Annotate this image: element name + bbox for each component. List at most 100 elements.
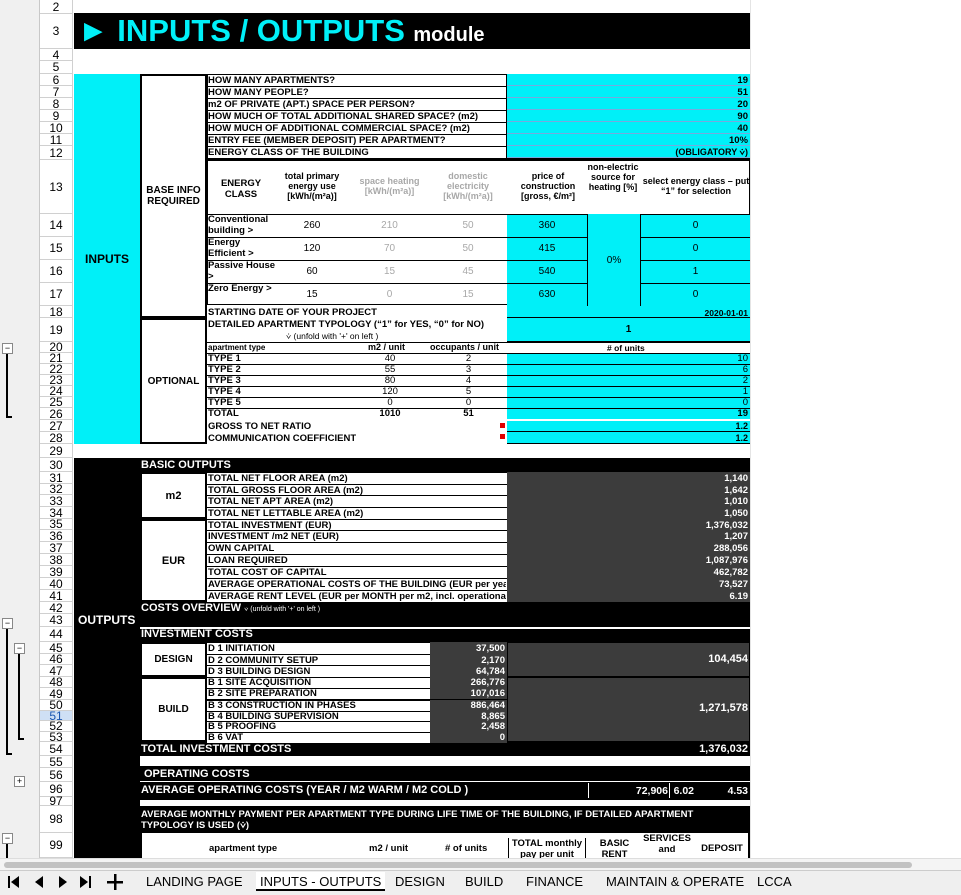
basic-output-label: INVESTMENT /m2 NET (EUR) [208,531,339,542]
sheet-tab[interactable]: DESIGN [395,874,445,889]
row-header[interactable]: 19 [40,318,73,342]
select-class-value: 0 [692,289,699,300]
basic-output-value: 1,140 [724,473,748,484]
question-label: ENTRY FEE (MEMBER DEPOSIT) PER APARTMENT… [208,135,446,146]
outline-collapse-button[interactable]: − [2,618,13,629]
question-label: HOW MUCH OF ADDITIONAL COMMERCIAL SPACE?… [208,123,470,134]
nonelectric-cell[interactable]: 0% [587,214,641,306]
scrollbar-thumb[interactable] [4,862,912,868]
page-title-sub: module [413,24,485,46]
investment-costs-title: INVESTMENT COSTS [141,628,253,640]
basic-output-label: TOTAL NET LETTABLE AREA (m2) [208,508,364,519]
basic-output-value: 462,782 [713,567,748,578]
row-header[interactable]: 3 [40,14,73,49]
add-sheet-icon[interactable] [106,873,124,891]
row-header[interactable]: 99 [40,833,73,858]
apt-occ-value: 5 [465,386,472,397]
apt-occ-value: 3 [465,364,472,375]
question-value: 51 [737,87,748,98]
apt-occ-value: 0 [465,397,472,408]
sheet-tab[interactable]: MAINTAIN & OPERATE [606,874,744,889]
typology-hint: ⩒ (unfold with '+' on left ) [286,331,379,341]
apt-m2-value: 120 [382,386,398,397]
question-label: HOW MANY PEOPLE? [208,87,309,98]
build-cost-value: 266,776 [470,677,505,688]
design-cost-label: D 3 BUILDING DESIGN [208,666,311,677]
row-header[interactable]: 30 [40,458,73,472]
row-header[interactable]: 29 [40,444,73,458]
row-header[interactable]: 13 [40,160,73,214]
build-cost-value: 0 [499,732,505,743]
row-header[interactable]: 17 [40,283,73,306]
question-value: 10% [728,135,748,146]
first-sheet-icon[interactable] [8,875,20,889]
basic-output-label: TOTAL COST OF CAPITAL [208,567,327,578]
domestic-electricity-value: 50 [462,243,474,254]
apt-type-header: apartment type [208,343,266,352]
apt-occ-value: 51 [463,408,474,419]
start-date-label: STARTING DATE OF YOUR PROJECT [208,307,377,318]
row-header[interactable]: 16 [40,260,73,283]
build-cost-value: 886,464 [470,700,505,711]
avg-operating-year: 72,906 [635,785,668,797]
energy-class-name: Passive House > [208,260,276,282]
space-heating-header: space heating [kWh/(m²a)] [359,176,420,196]
m2-group-cell: m2 [140,472,207,519]
row-header[interactable]: 18 [40,306,73,318]
outline-collapse-button[interactable]: − [2,343,13,354]
sheet-tab[interactable]: FINANCE [526,874,583,889]
row-header[interactable]: 56 [40,768,73,782]
question-label: HOW MANY APARTMENTS? [208,75,336,86]
row-header[interactable]: 97 [40,795,73,807]
outline-expand-button[interactable]: + [14,776,25,787]
sheet-tab[interactable]: LANDING PAGE [146,874,243,889]
prev-sheet-icon[interactable] [34,875,44,889]
total-investment-label: TOTAL INVESTMENT COSTS [141,743,292,755]
sheet-tab[interactable]: INPUTS - OUTPUTS [256,872,386,891]
question-label: ENERGY CLASS OF THE BUILDING [208,147,369,158]
apt-type-name: TYPE 2 [208,364,241,375]
build-cost-label: B 3 CONSTRUCTION IN PHASES [208,700,356,711]
row-header[interactable]: 2 [40,0,73,14]
sheet-tab[interactable]: LCCA [757,874,792,889]
outline-collapse-button[interactable]: − [2,833,13,844]
build-group-cell: BUILD [140,677,207,742]
avg-operating-cold: 4.53 [727,785,748,797]
energy-class-name: Conventional building > [208,214,269,236]
row-header[interactable]: 43 [40,614,73,627]
typology-value: 1 [625,324,632,335]
row-header[interactable]: 14 [40,214,73,237]
apt-occ-header: occupants / unit [430,342,500,352]
gross-ratio-value: 1.2 [735,421,748,431]
apt-m2-header: m2 / unit [368,342,406,352]
outputs-section-label: OUTPUTS [78,613,136,627]
build-cost-label: B 2 SITE PREPARATION [208,688,317,699]
typology-input[interactable]: 1 [507,318,750,342]
row-header[interactable]: 44 [40,627,73,642]
row-header[interactable]: 12 [40,146,73,160]
sheet-tab[interactable]: BUILD [465,874,503,889]
last-sheet-icon[interactable] [79,875,91,889]
horizontal-scrollbar[interactable] [0,858,961,870]
operating-divider [140,781,750,782]
price-value: 360 [538,220,556,231]
comm-coef-value: 1.2 [735,433,748,443]
row-header[interactable]: 15 [40,237,73,260]
row-header[interactable]: 53 [40,731,73,743]
design-cost-label: D 1 INITIATION [208,643,275,654]
outline-collapse-button[interactable]: − [14,643,25,654]
row-header[interactable]: 98 [40,806,73,833]
next-sheet-icon[interactable] [58,875,68,889]
base-info-label: BASE INFO REQUIRED [146,185,201,207]
basic-output-label: LOAN REQUIRED [208,555,288,566]
apt-m2-value: 80 [384,375,396,386]
row-header[interactable]: 28 [40,432,73,444]
primary-energy-value: 260 [303,220,321,231]
apt-m2-value: 55 [384,364,396,375]
costs-overview-label: COSTS OVERVIEW [141,602,242,614]
row-header[interactable]: 11 [40,134,73,146]
row-header[interactable]: 54 [40,742,73,756]
row-header[interactable]: 55 [40,756,73,768]
primary-energy-value: 60 [306,266,318,277]
monthly-services-header: SERVICES and [643,833,691,855]
